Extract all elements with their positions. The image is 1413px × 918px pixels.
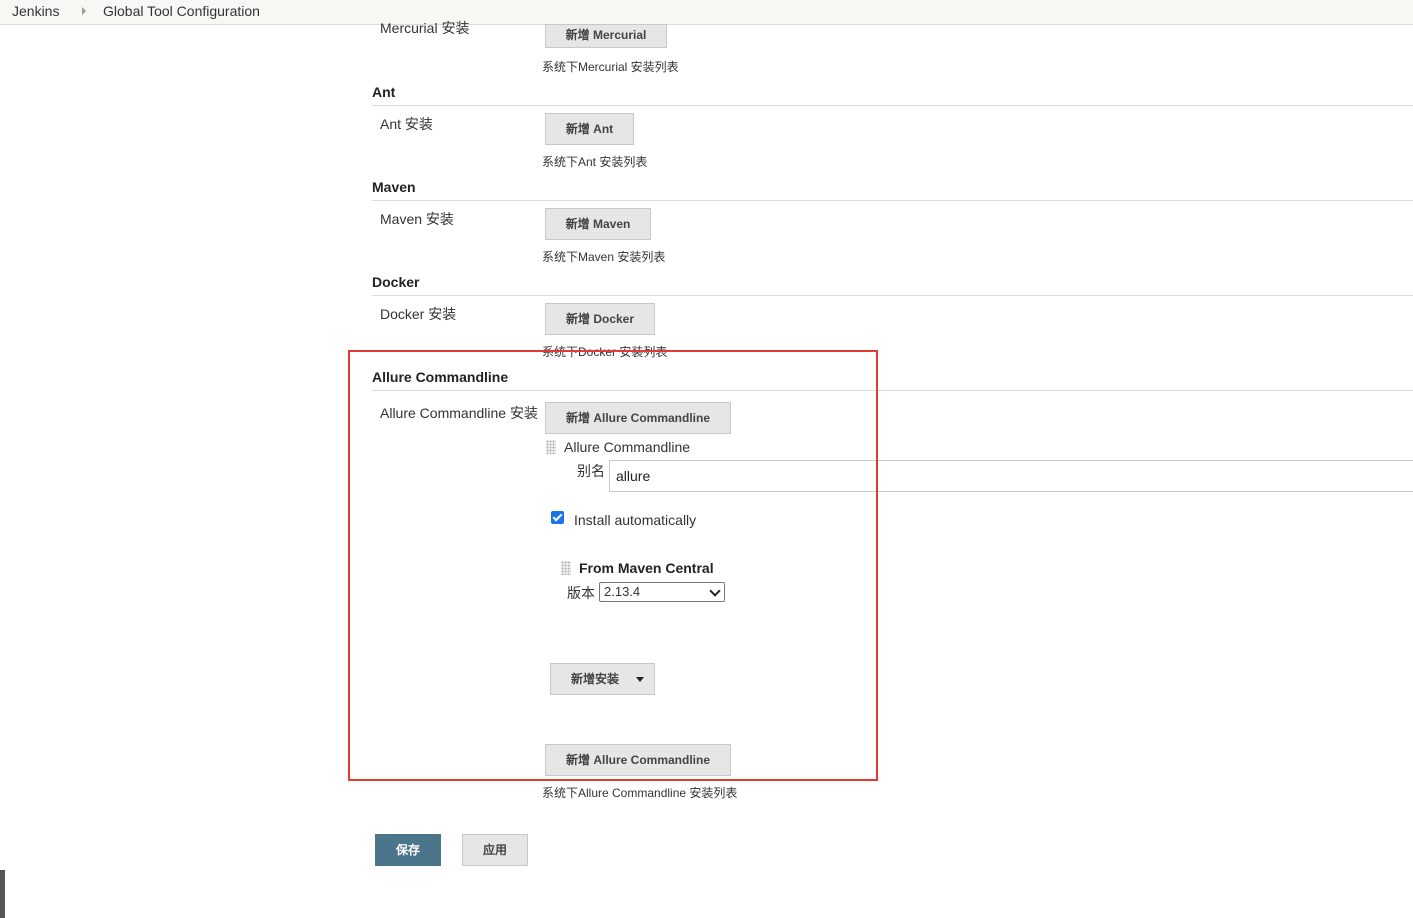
- mercurial-install-label: Mercurial 安装: [380, 20, 470, 36]
- add-allure-button-bottom[interactable]: 新增 Allure Commandline: [545, 744, 731, 776]
- drag-handle-icon[interactable]: [546, 440, 556, 454]
- chevron-down-icon: [709, 585, 721, 597]
- docker-section-title: Docker: [372, 274, 420, 290]
- add-allure-button-top[interactable]: 新增 Allure Commandline: [545, 402, 731, 434]
- docker-install-label: Docker 安装: [380, 306, 457, 322]
- add-maven-button[interactable]: 新增 Maven: [545, 208, 651, 240]
- mercurial-desc: 系统下Mercurial 安装列表: [542, 60, 679, 74]
- install-automatically-label: Install automatically: [574, 512, 697, 528]
- docker-desc: 系统下Docker 安装列表: [542, 345, 668, 359]
- version-label: 版本: [567, 585, 595, 601]
- chevron-right-icon: [82, 7, 86, 15]
- add-mercurial-button[interactable]: 新增 Mercurial: [545, 24, 667, 48]
- allure-divider: [372, 390, 1413, 391]
- docker-divider: [372, 295, 1413, 296]
- alias-input[interactable]: [609, 460, 1413, 492]
- alias-label: 别名: [577, 463, 605, 479]
- caret-down-icon: [636, 677, 644, 682]
- allure-installation-header: Allure Commandline: [564, 439, 691, 455]
- ant-section-title: Ant: [372, 84, 396, 100]
- add-ant-button[interactable]: 新增 Ant: [545, 113, 634, 145]
- allure-desc: 系统下Allure Commandline 安装列表: [542, 786, 738, 800]
- apply-button[interactable]: 应用: [462, 834, 528, 866]
- ant-install-label: Ant 安装: [380, 116, 433, 132]
- ant-desc: 系统下Ant 安装列表: [542, 155, 648, 169]
- installer-title: From Maven Central: [579, 560, 714, 576]
- install-automatically-checkbox[interactable]: [551, 511, 564, 524]
- ant-divider: [372, 105, 1413, 106]
- left-edge-tab: [0, 870, 5, 918]
- allure-section-title: Allure Commandline: [372, 369, 509, 385]
- add-docker-button[interactable]: 新增 Docker: [545, 303, 655, 335]
- installer-drag-handle-icon[interactable]: [561, 561, 571, 575]
- breadcrumb-current[interactable]: Global Tool Configuration: [103, 3, 260, 19]
- version-select[interactable]: 2.13.4: [599, 582, 725, 602]
- breadcrumb-jenkins-link[interactable]: Jenkins: [12, 3, 59, 19]
- maven-divider: [372, 200, 1413, 201]
- add-installer-dropdown-button[interactable]: 新增安装: [550, 663, 655, 695]
- allure-install-label: Allure Commandline 安装: [380, 405, 538, 421]
- maven-desc: 系统下Maven 安装列表: [542, 250, 666, 264]
- add-installer-label: 新增安装: [571, 672, 620, 686]
- maven-install-label: Maven 安装: [380, 211, 454, 227]
- maven-section-title: Maven: [372, 179, 416, 195]
- breadcrumb: Jenkins Global Tool Configuration: [0, 0, 1413, 25]
- version-selected-value: 2.13.4: [604, 584, 641, 599]
- save-button[interactable]: 保存: [375, 834, 441, 866]
